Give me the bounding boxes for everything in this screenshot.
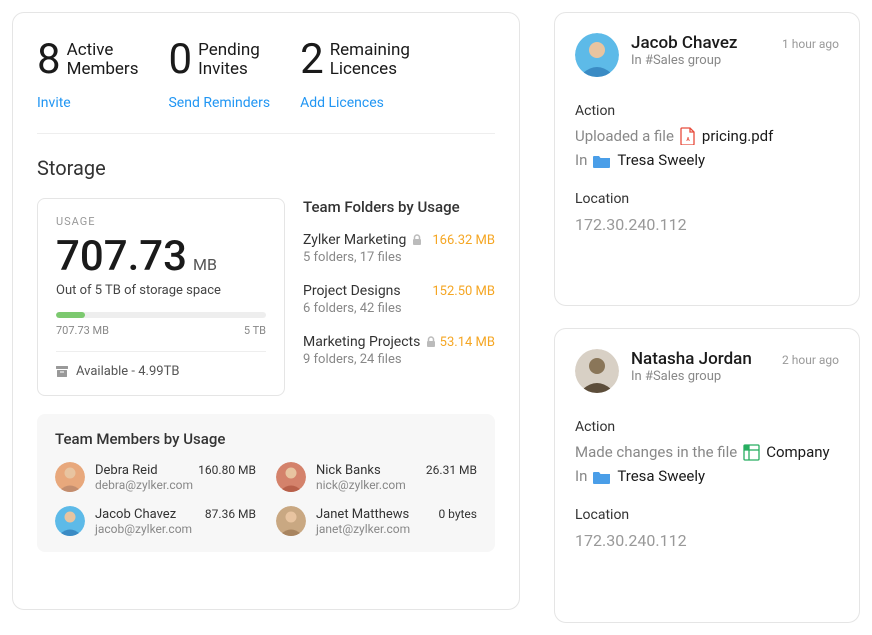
member-name: Janet Matthews xyxy=(316,507,409,522)
location-value: 172.30.240.112 xyxy=(575,531,839,550)
activity-card: Jacob Chavez 1 hour ago In #Sales group … xyxy=(554,12,860,306)
action-text: Made changes in the file xyxy=(575,443,737,461)
usage-value: 707.73 xyxy=(56,232,187,281)
stat-pending: 0 Pending Invites Send Reminders xyxy=(168,39,270,111)
active-label1: Active xyxy=(67,41,139,60)
folder-icon xyxy=(593,469,611,484)
folders-title: Team Folders by Usage xyxy=(303,198,495,216)
pending-label1: Pending xyxy=(198,41,260,60)
folder-size: 152.50 MB xyxy=(432,284,495,299)
progress-left-label: 707.73 MB xyxy=(56,324,109,337)
folder-meta: 5 folders, 17 files xyxy=(303,250,495,265)
remaining-label2: Licences xyxy=(330,60,410,79)
folder-name: Project Designs xyxy=(303,283,401,299)
pdf-icon: A xyxy=(680,127,696,145)
usage-unit: MB xyxy=(193,255,217,274)
member-name: Jacob Chavez xyxy=(95,507,176,522)
available-text: Available - 4.99TB xyxy=(76,364,179,379)
file-name[interactable]: pricing.pdf xyxy=(702,127,773,145)
activity-time: 2 hour ago xyxy=(782,353,839,367)
activity-group: In #Sales group xyxy=(631,53,839,68)
folder-meta: 9 folders, 24 files xyxy=(303,352,495,367)
members-card: Team Members by Usage Debra Reid 160.80 … xyxy=(37,414,495,552)
svg-text:A: A xyxy=(686,137,690,143)
avatar xyxy=(55,506,85,536)
stat-remaining: 2 Remaining Licences Add Licences xyxy=(300,39,410,111)
active-count: 8 xyxy=(37,39,61,81)
location-label: Location xyxy=(575,191,839,207)
lock-icon xyxy=(426,336,436,348)
folder-icon xyxy=(593,153,611,168)
stats-row: 8 Active Members Invite 0 Pending Invite… xyxy=(37,39,495,134)
folder-size: 53.14 MB xyxy=(440,335,495,350)
folder-name: Zylker Marketing xyxy=(303,232,406,248)
avatar xyxy=(276,506,306,536)
activity-time: 1 hour ago xyxy=(782,37,839,51)
folder-name: Marketing Projects xyxy=(303,334,420,350)
action-label: Action xyxy=(575,103,839,119)
file-name[interactable]: Company xyxy=(766,443,829,461)
members-title: Team Members by Usage xyxy=(55,430,477,448)
member-row[interactable]: Janet Matthews 0 bytes janet@zylker.com xyxy=(276,506,477,536)
spreadsheet-icon xyxy=(743,444,760,461)
folder-name[interactable]: Tresa Sweely xyxy=(617,151,705,169)
activity-card: Natasha Jordan 2 hour ago In #Sales grou… xyxy=(554,328,860,623)
usage-card: USAGE 707.73 MB Out of 5 TB of storage s… xyxy=(37,198,285,396)
location-value: 172.30.240.112 xyxy=(575,215,839,234)
usage-subtitle: Out of 5 TB of storage space xyxy=(56,283,266,298)
activity-group: In #Sales group xyxy=(631,369,839,384)
folder-name[interactable]: Tresa Sweely xyxy=(617,467,705,485)
stat-active: 8 Active Members Invite xyxy=(37,39,138,111)
usage-label: USAGE xyxy=(56,215,266,228)
pending-count: 0 xyxy=(168,39,192,81)
add-licences-link[interactable]: Add Licences xyxy=(300,95,410,111)
member-email: nick@zylker.com xyxy=(316,478,477,492)
in-label: In xyxy=(575,467,587,485)
member-email: debra@zylker.com xyxy=(95,478,256,492)
lock-icon xyxy=(412,234,422,246)
activity-user-name: Natasha Jordan xyxy=(631,349,752,369)
progress-right-label: 5 TB xyxy=(244,324,266,337)
member-name: Debra Reid xyxy=(95,463,158,478)
member-email: jacob@zylker.com xyxy=(95,522,256,536)
folder-item[interactable]: Project Designs 152.50 MB 6 folders, 42 … xyxy=(303,283,495,316)
folder-item[interactable]: Marketing Projects 53.14 MB 9 folders, 2… xyxy=(303,334,495,367)
folder-meta: 6 folders, 42 files xyxy=(303,301,495,316)
avatar xyxy=(276,462,306,492)
action-label: Action xyxy=(575,419,839,435)
remaining-label1: Remaining xyxy=(330,41,410,60)
invite-link[interactable]: Invite xyxy=(37,95,138,111)
member-size: 87.36 MB xyxy=(205,507,256,521)
storage-title: Storage xyxy=(37,156,495,180)
location-label: Location xyxy=(575,507,839,523)
activity-user-name: Jacob Chavez xyxy=(631,33,737,53)
member-size: 26.31 MB xyxy=(426,463,477,477)
avatar xyxy=(575,33,619,77)
progress-fill xyxy=(56,312,85,318)
folder-size: 166.32 MB xyxy=(432,233,495,248)
active-label2: Members xyxy=(67,60,139,79)
send-reminders-link[interactable]: Send Reminders xyxy=(168,95,270,111)
member-row[interactable]: Nick Banks 26.31 MB nick@zylker.com xyxy=(276,462,477,492)
folder-item[interactable]: Zylker Marketing 166.32 MB 5 folders, 17… xyxy=(303,232,495,265)
avatar xyxy=(575,349,619,393)
pending-label2: Invites xyxy=(198,60,260,79)
member-size: 0 bytes xyxy=(438,507,477,521)
member-name: Nick Banks xyxy=(316,463,381,478)
member-email: janet@zylker.com xyxy=(316,522,477,536)
folders-column: Team Folders by Usage Zylker Marketing 1… xyxy=(303,198,495,396)
member-size: 160.80 MB xyxy=(198,463,256,477)
member-row[interactable]: Jacob Chavez 87.36 MB jacob@zylker.com xyxy=(55,506,256,536)
action-text: Uploaded a file xyxy=(575,127,674,145)
remaining-count: 2 xyxy=(300,39,324,81)
member-row[interactable]: Debra Reid 160.80 MB debra@zylker.com xyxy=(55,462,256,492)
in-label: In xyxy=(575,151,587,169)
dashboard-card: 8 Active Members Invite 0 Pending Invite… xyxy=(12,12,520,610)
avatar xyxy=(55,462,85,492)
storage-progress xyxy=(56,312,266,318)
archive-icon xyxy=(56,366,68,377)
